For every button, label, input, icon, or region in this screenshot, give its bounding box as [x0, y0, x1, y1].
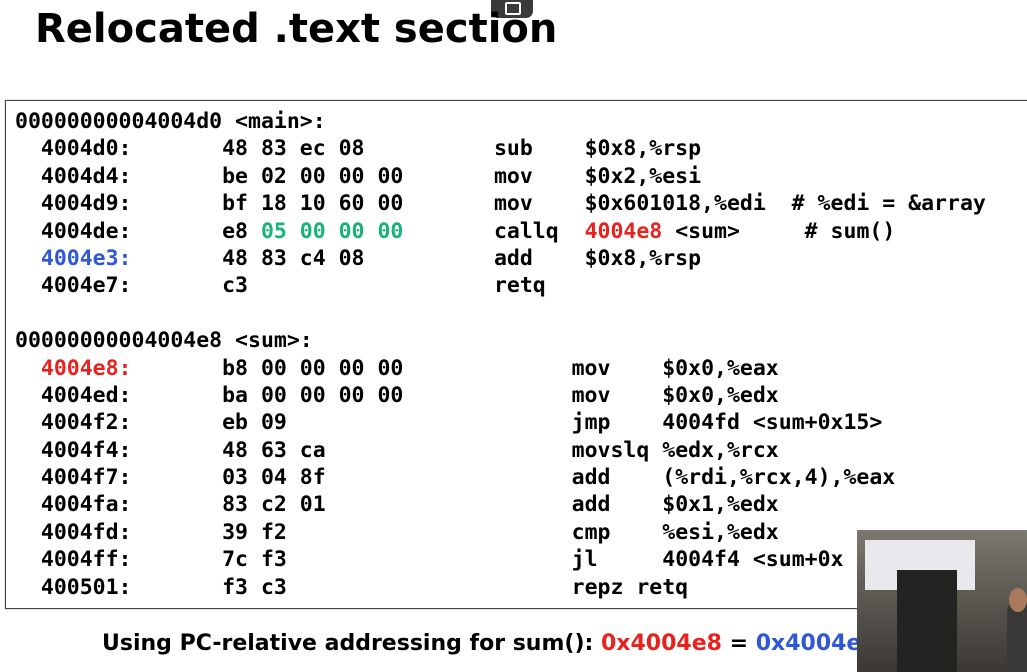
- main-line: 4004e7: c3 retq: [15, 272, 986, 299]
- address: 4004f2:: [40, 410, 132, 436]
- sum-line: 4004ed: ba 00 00 00 00 mov $0x0,%edx: [15, 382, 986, 409]
- mnemonic: movslq: [571, 437, 650, 463]
- machine-bytes: 39 f2: [222, 519, 287, 545]
- operands: $0x8,%rsp: [584, 245, 702, 271]
- main-line-callq: 4004de: e8 05 00 00 00 callq 4004e8 <sum…: [15, 218, 986, 245]
- address: 4004d4:: [40, 163, 132, 189]
- address: 4004f4:: [40, 437, 132, 463]
- slide-title: Relocated .text section: [35, 6, 558, 52]
- mnemonic: callq: [493, 218, 559, 244]
- comment: # sum(): [804, 218, 896, 244]
- machine-bytes: c3: [222, 273, 248, 299]
- caption-equals: =: [721, 631, 756, 656]
- main-header: 00000000004004d0 <main>:: [15, 108, 986, 135]
- operands: $0x601018,%edi: [584, 191, 766, 217]
- mnemonic: sub: [493, 136, 533, 162]
- machine-bytes: be 02 00 00 00: [222, 163, 404, 189]
- sum-line: 4004f7: 03 04 8f add (%rdi,%rcx,4),%eax: [15, 464, 986, 491]
- operands: $0x2,%esi: [584, 163, 702, 189]
- operands: (%rdi,%rcx,4),%eax: [662, 465, 896, 491]
- address: 4004f7:: [40, 465, 132, 491]
- address: 4004ed:: [40, 382, 132, 408]
- doorway: [897, 570, 957, 672]
- main-header-text: 00000000004004d0 <main>:: [15, 109, 326, 134]
- machine-bytes: eb 09: [222, 410, 287, 436]
- machine-bytes: bf 18 10 60 00: [222, 191, 404, 217]
- operands: $0x0,%edx: [662, 382, 779, 408]
- mnemonic: mov: [493, 191, 533, 217]
- operands: 4004fd <sum+0x15>: [662, 410, 883, 436]
- relative-offset-bytes: 05 00 00 00: [260, 218, 404, 244]
- sum-line: 4004e8: b8 00 00 00 00 mov $0x0,%eax: [15, 355, 986, 382]
- operands: $0x8,%rsp: [584, 136, 702, 162]
- operands: $0x1,%edx: [662, 492, 779, 518]
- next-instruction-address: 4004e3:: [40, 245, 132, 271]
- sum-header: 00000000004004e8 <sum>:: [15, 327, 986, 354]
- mnemonic: jmp: [571, 410, 611, 436]
- address: 4004d0:: [40, 136, 132, 162]
- main-line: 4004e3: 48 83 c4 08 add $0x8,%rsp: [15, 245, 986, 272]
- address: 4004fd:: [40, 519, 132, 545]
- comment: # %edi = &array: [791, 191, 986, 217]
- caption-target-address: 0x4004e8: [600, 631, 722, 656]
- presenter-video-thumbnail[interactable]: [857, 530, 1027, 672]
- machine-bytes: b8 00 00 00 00: [222, 355, 404, 381]
- sum-line: 4004fa: 83 c2 01 add $0x1,%edx: [15, 491, 986, 518]
- caption-text: Using PC-relative addressing for sum():: [102, 631, 601, 656]
- operands: %esi,%edx: [662, 519, 779, 545]
- mnemonic: mov: [571, 355, 611, 381]
- mnemonic: mov: [571, 382, 611, 408]
- operands: 4004f4 <sum+0x: [662, 547, 844, 573]
- operands: %edx,%rcx: [662, 437, 779, 463]
- sum-line: 4004fd: 39 f2 cmp %esi,%edx: [15, 519, 986, 546]
- address: 4004ff:: [40, 547, 132, 573]
- machine-bytes: ba 00 00 00 00: [222, 382, 404, 408]
- mnemonic: mov: [493, 163, 533, 189]
- operands: $0x0,%eax: [662, 355, 779, 381]
- call-target-address: 4004e8: [584, 218, 663, 244]
- sum-header-text: 00000000004004e8 <sum>:: [15, 328, 313, 354]
- call-target-symbol: <sum>: [675, 218, 740, 244]
- sum-line: 4004f4: 48 63 ca movslq %edx,%rcx: [15, 437, 986, 464]
- address: 4004fa:: [40, 492, 132, 518]
- main-line: 4004d4: be 02 00 00 00 mov $0x2,%esi: [15, 163, 986, 190]
- mnemonic: jl: [571, 547, 598, 573]
- mnemonic: cmp: [571, 519, 611, 545]
- presenter-head: [1009, 588, 1027, 612]
- mnemonic: add: [571, 465, 611, 491]
- machine-bytes: 7c f3: [222, 547, 287, 573]
- machine-bytes: 48 63 ca: [222, 437, 326, 463]
- mnemonic: repz retq: [571, 574, 689, 600]
- machine-bytes: 48 83 ec 08: [222, 136, 365, 162]
- address: 4004e7:: [40, 273, 132, 299]
- machine-bytes: f3 c3: [222, 574, 287, 600]
- machine-bytes-opcode: e8: [222, 218, 248, 244]
- disassembly-listing: 00000000004004d0 <main>: 4004d0: 48 83 e…: [15, 108, 986, 601]
- address: 400501:: [40, 574, 132, 600]
- machine-bytes: 03 04 8f: [222, 465, 326, 491]
- address: 4004de:: [40, 218, 132, 244]
- mnemonic: add: [493, 245, 533, 271]
- main-line: 4004d9: bf 18 10 60 00 mov $0x601018,%ed…: [15, 190, 986, 217]
- mnemonic: add: [571, 492, 611, 518]
- machine-bytes: 48 83 c4 08: [222, 245, 365, 271]
- sum-line: 4004ff: 7c f3 jl 4004f4 <sum+0x: [15, 546, 986, 573]
- sum-line: 400501: f3 c3 repz retq: [15, 574, 986, 601]
- mnemonic: retq: [493, 273, 546, 299]
- sum-line: 4004f2: eb 09 jmp 4004fd <sum+0x15>: [15, 409, 986, 436]
- sum-entry-address: 4004e8:: [40, 355, 132, 381]
- address: 4004d9:: [40, 191, 132, 217]
- pc-relative-caption: Using PC-relative addressing for sum(): …: [102, 631, 903, 656]
- machine-bytes: 83 c2 01: [222, 492, 326, 518]
- main-line: 4004d0: 48 83 ec 08 sub $0x8,%rsp: [15, 135, 986, 162]
